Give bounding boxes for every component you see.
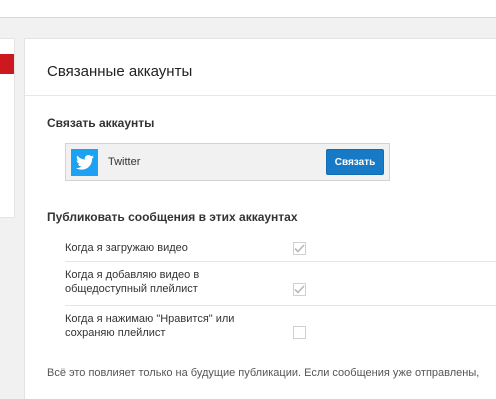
checkmark-icon — [294, 285, 305, 294]
left-nav-active-indicator[interactable] — [0, 54, 14, 74]
publish-option-row: Когда я нажимаю "Нравится" или сохраняю … — [65, 306, 496, 350]
title-divider — [25, 95, 496, 96]
publish-option-label: Когда я добавляю видео в общедоступный п… — [65, 269, 200, 295]
publish-option-label: Когда я нажимаю "Нравится" или сохраняю … — [65, 313, 235, 339]
connect-section-title: Связать аккаунты — [47, 116, 155, 130]
upload-video-checkbox[interactable] — [293, 242, 306, 255]
publish-option-label: Когда я загружаю видео — [65, 242, 188, 254]
checkmark-icon — [294, 244, 305, 253]
footer-note: Всё это повлияет только на будущие публи… — [47, 367, 480, 379]
add-to-playlist-checkbox[interactable] — [293, 283, 306, 296]
twitter-account-row: Twitter Связать — [65, 143, 390, 181]
twitter-account-name: Twitter — [108, 156, 141, 168]
publish-option-row: Когда я загружаю видео — [65, 235, 496, 262]
connect-twitter-button[interactable]: Связать — [326, 149, 384, 175]
twitter-bird-icon — [71, 149, 98, 176]
settings-card: Связанные аккаунты Связать аккаунты Twit… — [24, 38, 496, 399]
page-title: Связанные аккаунты — [47, 63, 193, 80]
publish-option-row: Когда я добавляю видео в общедоступный п… — [65, 262, 496, 306]
publish-section-title: Публиковать сообщения в этих аккаунтах — [47, 210, 298, 224]
like-playlist-checkbox[interactable] — [293, 326, 306, 339]
top-bar — [0, 0, 496, 18]
